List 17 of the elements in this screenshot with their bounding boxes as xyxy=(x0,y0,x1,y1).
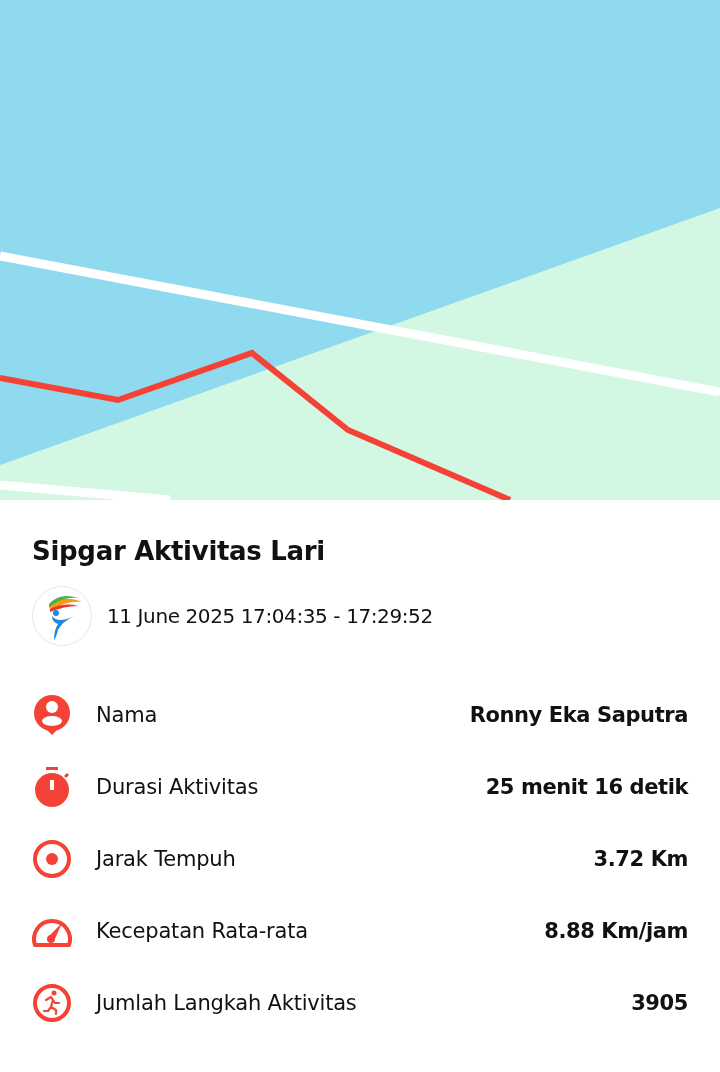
user-pin-icon xyxy=(32,695,72,735)
activity-title: Sipgar Aktivitas Lari xyxy=(32,536,326,566)
stat-value: 3905 xyxy=(631,991,688,1015)
stat-label: Nama xyxy=(96,703,159,727)
stat-value: 3.72 Km xyxy=(593,847,688,871)
stat-label: Durasi Aktivitas xyxy=(96,775,260,799)
stat-label: Jumlah Langkah Aktivitas xyxy=(96,991,358,1015)
stopwatch-icon xyxy=(32,767,72,807)
stat-value: 25 menit 16 detik xyxy=(485,775,688,799)
stat-value: 8.88 Km/jam xyxy=(544,919,688,943)
stat-label: Kecepatan Rata-rata xyxy=(96,919,309,943)
stat-value: Ronny Eka Saputra xyxy=(469,703,688,727)
activity-datetime: 11 June 2025 17:04:35 - 17:29:52 xyxy=(107,604,433,628)
stat-label: Jarak Tempuh xyxy=(96,847,237,871)
running-icon xyxy=(32,983,72,1023)
app-logo-icon xyxy=(32,586,92,646)
target-icon xyxy=(32,839,72,879)
